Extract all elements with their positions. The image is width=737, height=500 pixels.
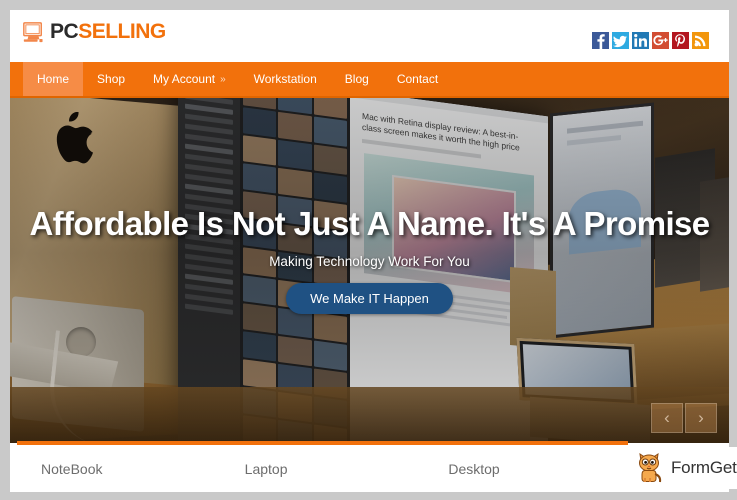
google-plus-icon[interactable] xyxy=(652,32,669,49)
category-item-desktop[interactable]: Desktop xyxy=(424,461,628,477)
social-links xyxy=(592,32,709,49)
site-logo[interactable]: PCSELLING xyxy=(22,21,166,43)
category-item-laptop[interactable]: Laptop xyxy=(221,461,425,477)
facebook-icon[interactable] xyxy=(592,32,609,49)
nav-label: Contact xyxy=(396,72,439,86)
formget-watermark: FormGet xyxy=(628,447,737,489)
nav-label: Home xyxy=(37,72,70,86)
nav-label: Workstation xyxy=(253,72,317,86)
slider-navigation: ‹ › xyxy=(651,403,717,433)
site-frame: PCSELLING Home Shop My Account » Worksta… xyxy=(10,10,729,492)
nav-item-blog[interactable]: Blog xyxy=(331,62,383,96)
slider-prev-icon[interactable]: ‹ xyxy=(651,403,683,433)
hero-subtitle: Making Technology Work For You xyxy=(269,254,470,269)
nav-item-contact[interactable]: Contact xyxy=(383,62,452,96)
hero-cta-button[interactable]: We Make IT Happen xyxy=(286,283,453,314)
nav-item-home[interactable]: Home xyxy=(23,62,84,96)
category-bar: NoteBook Laptop Desktop xyxy=(17,441,628,492)
logo-text-accent: SELLING xyxy=(78,20,166,43)
nav-item-shop[interactable]: Shop xyxy=(83,62,139,96)
formget-label: FormGet xyxy=(671,458,737,477)
slider-next-icon[interactable]: › xyxy=(685,403,717,433)
computer-monitor-icon xyxy=(22,21,44,43)
logo-text: PCSELLING xyxy=(50,21,166,43)
site-header: PCSELLING xyxy=(10,10,729,62)
logo-text-primary: PC xyxy=(50,20,79,43)
nav-label: Shop xyxy=(97,72,126,86)
hero-caption: Affordable Is Not Just A Name. It's A Pr… xyxy=(10,204,729,314)
pinterest-icon[interactable] xyxy=(672,32,689,49)
rss-icon[interactable] xyxy=(692,32,709,49)
chevron-double-right-icon: » xyxy=(220,73,226,85)
nav-label: Blog xyxy=(344,72,369,86)
twitter-icon[interactable] xyxy=(612,32,629,49)
hero-title: Affordable Is Not Just A Name. It's A Pr… xyxy=(29,205,710,242)
nav-item-my-account[interactable]: My Account » xyxy=(139,62,240,96)
main-navigation: Home Shop My Account » Workstation Blog … xyxy=(10,62,729,98)
cat-mascot-icon xyxy=(636,452,666,484)
category-item-notebook[interactable]: NoteBook xyxy=(17,461,221,477)
linkedin-icon[interactable] xyxy=(632,32,649,49)
nav-item-workstation[interactable]: Workstation xyxy=(240,62,331,96)
nav-label: My Account xyxy=(153,72,216,86)
hero-slider: Mac with Retina display review: A best-i… xyxy=(10,98,729,443)
screenshot-root: PCSELLING Home Shop My Account » Worksta… xyxy=(0,0,737,500)
